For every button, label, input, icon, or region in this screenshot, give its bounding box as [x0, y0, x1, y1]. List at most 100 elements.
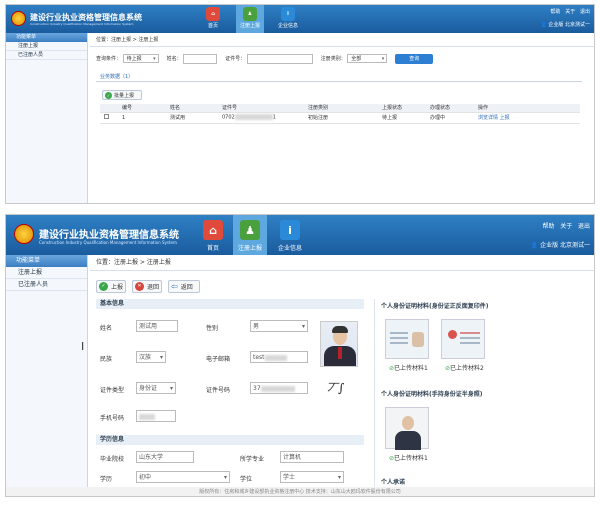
col-process: 办理状态: [430, 104, 478, 113]
ethnic-select[interactable]: 汉族: [136, 351, 166, 363]
status-select[interactable]: 待上报: [122, 54, 159, 63]
id-card-back-thumbnail[interactable]: [441, 319, 485, 359]
logout-link[interactable]: 退出: [580, 9, 590, 15]
detail-screenshot: 建设行业执业资格管理信息系统 Construction Industry Qua…: [5, 214, 595, 497]
name-label: 姓名: [100, 325, 113, 332]
home-icon: ⌂: [206, 7, 220, 21]
about-link[interactable]: 关于: [565, 9, 575, 15]
major-label: 所学专业: [240, 456, 265, 463]
row-id: 0702 1: [222, 112, 308, 124]
basic-info-section: 基本信息: [96, 299, 364, 309]
sidebar-item-registered[interactable]: 已注册人员: [6, 51, 87, 60]
top-links: 帮助 关于 退出: [542, 221, 590, 230]
reject-button[interactable]: ✕ 退回: [132, 280, 162, 293]
major-field[interactable]: 计算机: [280, 451, 344, 463]
nav-home[interactable]: ⌂ 首页: [199, 5, 227, 33]
nav-company[interactable]: i 企业信息: [272, 215, 308, 255]
edu-info-section: 学历信息: [96, 435, 364, 445]
status-label: 查询条件：: [96, 56, 122, 62]
email-field[interactable]: test: [250, 351, 308, 363]
filter-bar: 查询条件： 待上报 姓名： 证件号： 注册类别： 全部 查询: [96, 53, 576, 65]
table-header: 编号 姓名 证件号 注册类别 上报状态 办理状态 操作: [100, 104, 580, 113]
help-link[interactable]: 帮助: [542, 223, 554, 230]
col-report: 上报状态: [382, 104, 430, 113]
batch-upload-button[interactable]: ✓ 批量上报: [102, 90, 142, 100]
text-cursor-icon: I: [81, 340, 85, 353]
id-card-back-lines: [460, 332, 480, 334]
school-field[interactable]: 山东大学: [136, 451, 194, 463]
home-icon: ⌂: [203, 220, 223, 240]
gender-label: 性别: [206, 325, 219, 332]
email-field-value: test: [253, 354, 265, 361]
id-photo: [320, 321, 358, 367]
promise-section: 个人承诺: [381, 479, 406, 486]
user-name: 企业版 北京测试一: [540, 242, 590, 249]
degree-select[interactable]: 初中: [136, 471, 230, 483]
user-info: 👤 企业版 北京测试一: [541, 21, 590, 28]
national-emblem-icon: [14, 224, 34, 244]
name-input[interactable]: [183, 53, 218, 64]
row-process: 办理中: [430, 112, 478, 124]
user-icon: 👤: [530, 242, 539, 249]
help-link[interactable]: 帮助: [550, 9, 560, 15]
logout-link[interactable]: 退出: [578, 223, 590, 230]
name-field[interactable]: 测试用: [136, 320, 178, 332]
idtype-select[interactable]: 身份证: [136, 382, 176, 394]
row-id-prefix: 0702: [222, 114, 235, 121]
nav-register[interactable]: ♟ 注册上报: [236, 5, 264, 33]
main-content: 位置：注册上报 > 注册上报 查询条件： 待上报 姓名： 证件号： 注册类别： …: [90, 33, 594, 203]
nav-register-label: 注册上报: [239, 23, 260, 29]
upload-button[interactable]: ✓ 上报: [96, 280, 126, 293]
sidebar-item-registered[interactable]: 已注册人员: [6, 279, 87, 291]
return-button[interactable]: ⇦ 返回: [168, 280, 200, 293]
app-subtitle: Construction Industry Qualification Mana…: [30, 22, 134, 26]
table-row: 1 测试用 0702 1 初始注册 待上报 办理中 浏览详情 上报: [100, 112, 580, 124]
nav-register-label: 注册上报: [237, 245, 262, 252]
col-check: [100, 104, 122, 113]
list-screenshot: 建设行业执业资格管理信息系统 Construction Industry Qua…: [5, 4, 595, 204]
ethnic-select-value: 汉族: [139, 354, 152, 361]
sidebar-item-register[interactable]: 注册上报: [6, 267, 87, 279]
row-checkbox-cell: [100, 112, 122, 124]
sidebar: 功能菜单 注册上报 已注册人员: [6, 33, 88, 203]
row-actions[interactable]: 浏览详情 上报: [478, 112, 580, 124]
data-table: 编号 姓名 证件号 注册类别 上报状态 办理状态 操作 1 测试用 0702 1: [100, 104, 580, 124]
holding-body: [395, 431, 421, 450]
query-button[interactable]: 查询: [395, 54, 434, 64]
nav-home[interactable]: ⌂ 首页: [198, 215, 228, 255]
type-select[interactable]: 全部: [347, 54, 388, 63]
photo-hair: [332, 326, 348, 333]
holding-id-thumbnail[interactable]: [385, 407, 429, 450]
row-name: 测试用: [170, 112, 222, 124]
id-card-back-emblem: [448, 330, 457, 339]
gender-select-value: 男: [253, 323, 260, 330]
nav-register[interactable]: ♟ 注册上报: [233, 215, 267, 255]
nav-company-label: 企业信息: [277, 23, 298, 29]
idno-label: 证件号码: [206, 387, 231, 394]
top-links: 帮助 关于 退出: [550, 8, 590, 15]
email-label: 电子邮箱: [206, 356, 231, 363]
sidebar-header: 功能菜单: [6, 33, 87, 42]
about-link[interactable]: 关于: [560, 223, 572, 230]
breadcrumb: 位置：注册上报 > 注册上报: [90, 33, 594, 47]
holding-id-section: 个人身份证明材料(手持身份证半身照): [381, 391, 483, 398]
status-select-value: 待上报: [126, 56, 142, 62]
id-card-front-face: [412, 332, 424, 347]
id-card-front-thumbnail[interactable]: [385, 319, 429, 359]
idtype-label: 证件类型: [100, 387, 125, 394]
sidebar: 功能菜单 注册上报 已注册人员: [6, 255, 88, 487]
nav-company[interactable]: i 企业信息: [272, 5, 304, 33]
user-upload-icon: ♟: [240, 220, 260, 240]
user-info: 👤 企业版 北京测试一: [531, 240, 590, 249]
row-checkbox[interactable]: [104, 114, 109, 119]
id-input[interactable]: [246, 53, 313, 64]
sidebar-item-register[interactable]: 注册上报: [6, 42, 87, 51]
phone-field[interactable]: [136, 410, 176, 422]
row-no: 1: [122, 112, 170, 124]
check-circle-icon: ✓: [99, 282, 108, 291]
gender-select[interactable]: 男: [250, 320, 308, 332]
school-label: 毕业院校: [100, 456, 125, 463]
bachelor-select[interactable]: 学士: [280, 471, 344, 483]
nav-home-label: 首页: [207, 23, 218, 29]
idno-field[interactable]: 37: [250, 382, 308, 394]
